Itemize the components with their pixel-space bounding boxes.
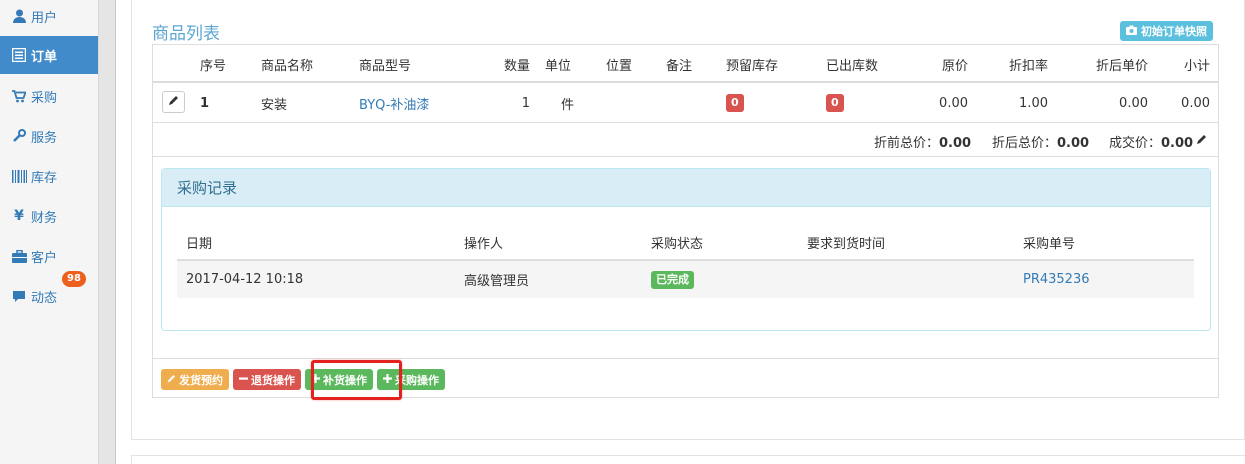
reserved-stock-badge: 0 xyxy=(726,94,744,112)
goods-list-title: 商品列表 xyxy=(152,24,220,44)
minus-icon xyxy=(239,373,248,386)
shipped-count-badge: 0 xyxy=(826,94,844,112)
column-header: 原价 xyxy=(941,58,968,74)
sidebar-gutter xyxy=(98,0,116,464)
column-header: 序号 xyxy=(200,58,227,74)
next-panel xyxy=(131,455,1245,464)
sidebar-item-finance[interactable]: ¥ 财务 xyxy=(0,197,98,235)
column-header: 数量 xyxy=(503,58,530,74)
sidebar-item-orders[interactable]: 订单 xyxy=(0,36,98,74)
purchase-order-link[interactable]: PR435236 xyxy=(1023,261,1090,298)
order-totals: 折前总价：0.00 折后总价：0.00 成交价：0.00 xyxy=(153,123,1218,157)
column-header: 采购状态 xyxy=(651,236,704,252)
goods-table-header: 序号 商品名称 商品型号 数量 单位 位置 备注 预留库存 已出库数 原价 折扣… xyxy=(153,45,1218,83)
goods-table-panel: 序号 商品名称 商品型号 数量 单位 位置 备注 预留库存 已出库数 原价 折扣… xyxy=(152,44,1219,398)
column-header: 备注 xyxy=(666,58,693,74)
edit-deal-price-icon[interactable] xyxy=(1196,133,1208,149)
return-operation-button[interactable]: 退货操作 xyxy=(233,369,301,390)
sidebar-item-purchase[interactable]: 采购 xyxy=(0,77,98,115)
shopping-cart-icon xyxy=(11,88,27,104)
column-header: 要求到货时间 xyxy=(807,236,886,252)
column-header: 预留库存 xyxy=(726,58,779,74)
sidebar-item-customers[interactable]: 客户 xyxy=(0,237,98,275)
sidebar-item-inventory[interactable]: 库存 xyxy=(0,157,98,195)
deal-price: 成交价：0.00 xyxy=(1109,136,1194,151)
column-header: 商品型号 xyxy=(359,58,412,74)
sidebar-item-label: 采购 xyxy=(31,90,58,106)
sidebar-item-label: 用户 xyxy=(31,10,58,26)
sidebar-item-label: 订单 xyxy=(31,49,58,65)
sidebar-item-label: 客户 xyxy=(31,250,58,266)
total-after-discount: 折后总价：0.00 xyxy=(992,136,1090,151)
order-snapshot-button[interactable]: 初始订单快照 xyxy=(1120,21,1213,41)
notification-badge: 98 xyxy=(62,271,86,287)
unit: 件 xyxy=(561,97,575,113)
sidebar-item-activity[interactable]: 动态 98 xyxy=(0,271,98,315)
sidebar-item-label: 动态 xyxy=(31,290,58,306)
user-icon xyxy=(11,8,27,24)
edit-row-button[interactable] xyxy=(162,91,185,113)
quantity: 1 xyxy=(521,95,530,111)
table-row: 1 安装 BYQ-补油漆 1 件 0 0 0.00 1.00 0.00 0.00 xyxy=(153,83,1218,123)
table-row: 2017-04-12 10:18 高级管理员 已完成 PR435236 xyxy=(177,261,1194,298)
barcode-icon xyxy=(11,168,27,184)
column-header: 采购单号 xyxy=(1023,236,1076,252)
purchase-records-panel: 采购记录 日期 操作人 采购状态 要求到货时间 采购单号 2017-04-12 … xyxy=(161,168,1211,331)
discount-rate: 1.00 xyxy=(1019,95,1048,111)
wrench-icon xyxy=(11,128,27,144)
product-model-link[interactable]: BYQ-补油漆 xyxy=(359,83,429,123)
sidebar-item-label: 库存 xyxy=(31,170,58,186)
comment-icon xyxy=(11,288,27,304)
column-header: 位置 xyxy=(606,58,633,74)
action-buttons: 发货预约 退货操作 补货操作 采购操作 xyxy=(161,369,445,390)
snapshot-label: 初始订单快照 xyxy=(1141,25,1207,38)
camera-icon xyxy=(1126,25,1137,38)
column-header: 小计 xyxy=(1183,58,1210,74)
purchase-records-title: 采购记录 xyxy=(162,169,1210,207)
highlight-box xyxy=(311,360,402,400)
subtotal: 0.00 xyxy=(1181,95,1210,111)
divider xyxy=(153,358,1218,359)
column-header: 单位 xyxy=(545,58,572,74)
sidebar-item-label: 服务 xyxy=(31,130,58,146)
column-header: 折后单价 xyxy=(1095,58,1148,74)
pencil-icon xyxy=(168,95,179,110)
list-alt-icon xyxy=(11,47,27,63)
discounted-unit-price: 0.00 xyxy=(1119,95,1148,111)
sidebar-item-label: 财务 xyxy=(31,210,58,226)
sidebar-item-service[interactable]: 服务 xyxy=(0,117,98,155)
purchase-table-header: 日期 操作人 采购状态 要求到货时间 采购单号 xyxy=(177,225,1194,261)
sidebar-item-users[interactable]: 用户 xyxy=(0,0,98,35)
product-name: 安装 xyxy=(261,97,288,113)
column-header: 已出库数 xyxy=(826,58,879,74)
purchase-records-table: 日期 操作人 采购状态 要求到货时间 采购单号 2017-04-12 10:18… xyxy=(177,225,1194,298)
button-label: 退货操作 xyxy=(251,373,295,387)
row-index: 1 xyxy=(200,95,210,111)
column-header: 日期 xyxy=(186,236,213,252)
sidebar: 用户 订单 采购 服务 库存 ¥ 财务 客户 动态 98 xyxy=(0,0,98,464)
total-before-discount: 折前总价：0.00 xyxy=(874,136,972,151)
ship-reservation-button[interactable]: 发货预约 xyxy=(161,369,229,390)
column-header: 商品名称 xyxy=(261,58,314,74)
yen-icon: ¥ xyxy=(14,208,24,224)
pencil-icon xyxy=(167,373,176,386)
column-header: 操作人 xyxy=(464,236,504,252)
button-label: 发货预约 xyxy=(179,373,223,387)
column-header: 折扣率 xyxy=(1008,58,1048,74)
original-price: 0.00 xyxy=(939,95,968,111)
status-badge: 已完成 xyxy=(651,270,694,289)
purchase-date: 2017-04-12 10:18 xyxy=(186,272,304,287)
purchase-operator: 高级管理员 xyxy=(464,274,530,289)
briefcase-icon xyxy=(11,248,27,264)
